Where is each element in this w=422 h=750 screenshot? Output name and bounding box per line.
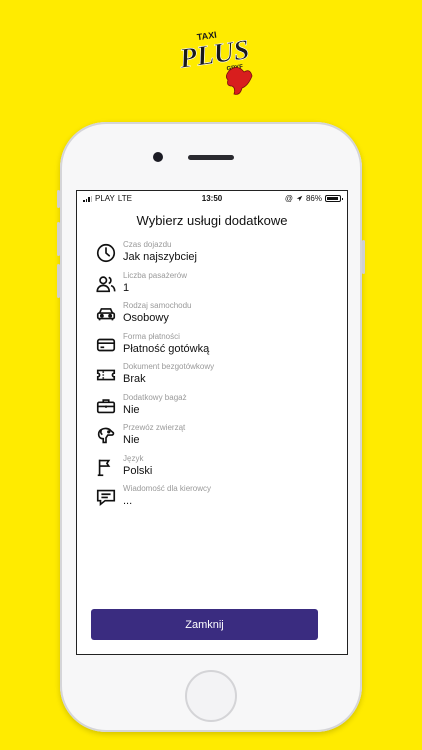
option-label: Dokument bezgotówkowy	[123, 362, 215, 371]
app-screen: PLAY LTE 13:50 @ 86% Wybierz usługi doda…	[76, 190, 348, 655]
battery-icon	[325, 195, 343, 202]
passengers-icon	[96, 275, 116, 292]
mute-switch	[57, 190, 60, 208]
close-button[interactable]: Zamknij	[91, 609, 318, 640]
option-pet-transport[interactable]: Przewóz zwierząt Nie	[95, 421, 335, 452]
option-label: Forma płatności	[123, 331, 180, 341]
option-label: Rodzaj samochodu	[123, 301, 192, 310]
option-extra-luggage[interactable]: Dodatkowy bagaż Nie	[95, 391, 335, 422]
front-camera	[153, 152, 163, 162]
taxi-plus-gryf-logo: TAXI PLUS GRYF	[176, 30, 253, 95]
ticket-icon	[96, 369, 116, 381]
car-icon	[96, 308, 116, 321]
power-button	[362, 240, 365, 274]
dog-icon	[97, 427, 115, 444]
option-value: Płatność gotówką	[123, 342, 210, 355]
rotation-lock-icon: @	[284, 194, 293, 203]
option-label: Liczba pasażerów	[123, 270, 188, 280]
option-driver-message[interactable]: Wiadomość dla kierowcy ...	[95, 482, 335, 513]
option-value: Nie	[123, 434, 140, 446]
option-payment-method[interactable]: Forma płatności Płatność gotówką	[95, 330, 335, 361]
option-passengers[interactable]: Liczba pasażerów 1	[95, 269, 335, 300]
credit-card-icon	[96, 338, 116, 351]
option-value: Nie	[123, 403, 140, 416]
option-label: Przewóz zwierząt	[123, 423, 186, 432]
option-value: ...	[123, 495, 133, 507]
option-label: Język	[123, 453, 144, 463]
option-language[interactable]: Język Polski	[95, 452, 335, 483]
option-value: Polski	[123, 464, 153, 477]
earpiece-speaker	[188, 155, 234, 160]
volume-down-button	[57, 264, 60, 298]
option-arrival-time[interactable]: Czas dojazdu Jak najszybciej	[95, 238, 335, 269]
battery-percent: 86%	[305, 194, 322, 203]
page-title: Wybierz usługi dodatkowe	[136, 213, 288, 228]
message-icon	[96, 489, 116, 507]
volume-up-button	[57, 222, 60, 256]
option-value: 1	[123, 281, 130, 294]
home-button[interactable]	[185, 670, 237, 722]
options-list: Czas dojazdu Jak najszybciej Liczba pasa…	[95, 238, 335, 513]
flag-icon	[97, 459, 111, 476]
clock-icon	[96, 243, 116, 263]
option-value: Osobowy	[123, 312, 169, 324]
option-label: Czas dojazdu	[123, 240, 172, 249]
option-label: Wiadomość dla kierowcy	[123, 484, 212, 493]
phone-frame: PLAY LTE 13:50 @ 86% Wybierz usługi doda…	[57, 122, 365, 732]
option-car-type[interactable]: Rodzaj samochodu Osobowy	[95, 299, 335, 330]
option-value: Brak	[123, 373, 146, 385]
option-cashless-document[interactable]: Dokument bezgotówkowy Brak	[95, 360, 335, 391]
status-bar: PLAY LTE 13:50 @ 86%	[77, 191, 347, 205]
location-arrow-icon	[296, 195, 303, 202]
briefcase-icon	[96, 398, 116, 413]
option-label: Dodatkowy bagaż	[123, 392, 187, 402]
option-value: Jak najszybciej	[123, 251, 197, 263]
